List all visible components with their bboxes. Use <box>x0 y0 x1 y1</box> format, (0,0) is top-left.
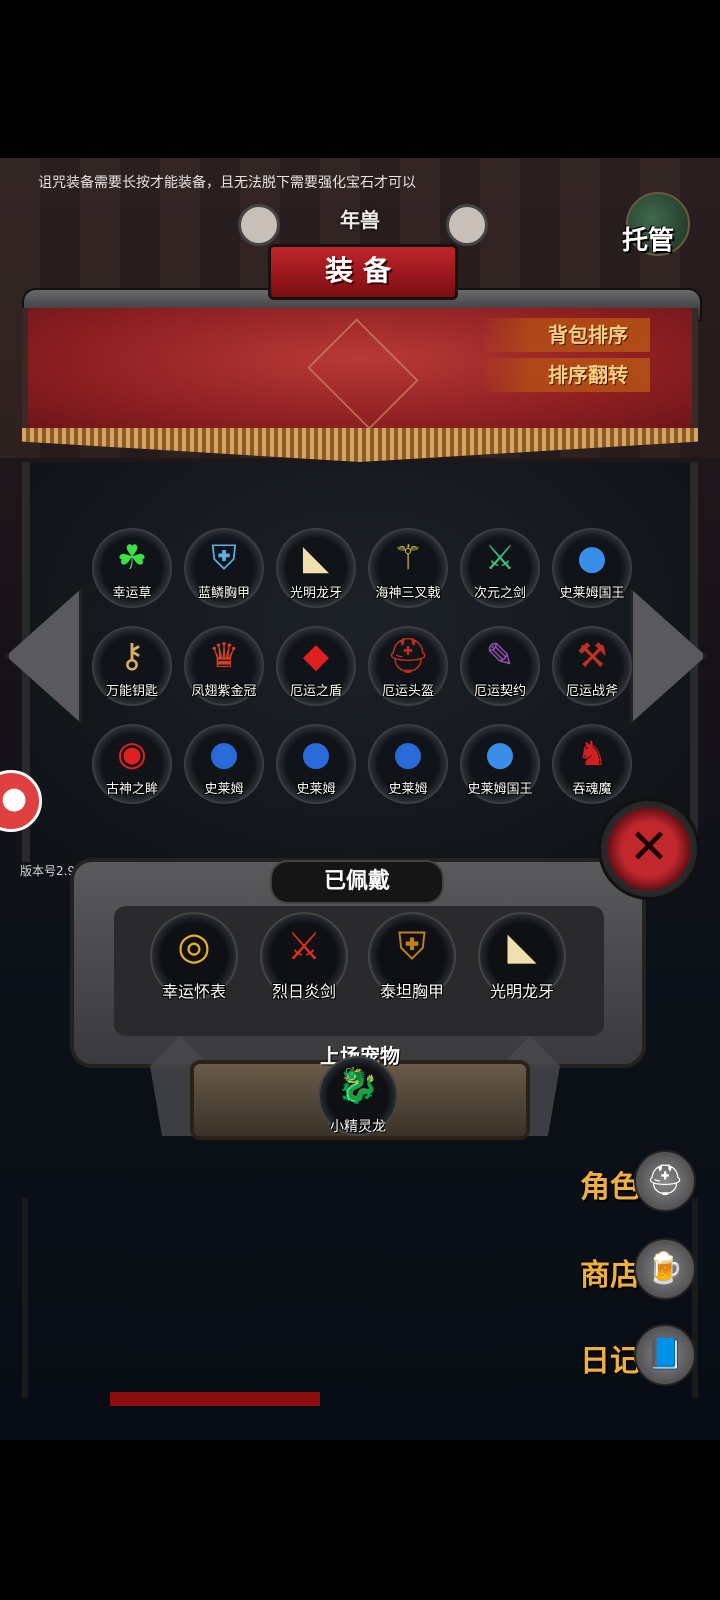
inventory-item[interactable]: ☘ 幸运草 <box>92 528 172 608</box>
nav-button[interactable]: 商店 🍺 <box>560 1236 700 1306</box>
inventory-item-label: 凤翅紫金冠 <box>191 684 257 699</box>
inventory-item[interactable]: ● 史莱姆 <box>276 724 356 804</box>
equipped-item-label: 泰坦胸甲 <box>379 982 444 1001</box>
key-icon: ⚷ <box>119 636 145 676</box>
dragon-fang-icon: ◣ <box>507 924 537 968</box>
green-sword-icon: ⚔ <box>484 538 516 578</box>
pocket-watch-icon: ◎ <box>177 924 211 968</box>
inventory-item[interactable]: ● 史莱姆国王 <box>460 724 540 804</box>
inventory-item-label: 海神三叉戟 <box>375 586 441 601</box>
inventory-item[interactable]: ◣ 光明龙牙 <box>276 528 356 608</box>
slime-icon: ● <box>301 734 331 774</box>
inventory-item[interactable]: ● 史莱姆 <box>184 724 264 804</box>
close-button[interactable]: ✕ <box>598 798 700 900</box>
equipped-item[interactable]: ◎ 幸运怀表 <box>150 912 238 1001</box>
soul-devourer-icon: ♞ <box>576 734 608 774</box>
blue-scale-armor-icon: ⛨ <box>211 538 237 578</box>
inventory-item-label: 史莱姆国王 <box>559 586 625 601</box>
inventory-item-label: 厄运契约 <box>473 684 526 699</box>
slime-icon: ● <box>209 734 239 774</box>
slime-icon: ● <box>393 734 423 774</box>
nav-button[interactable]: 角色 ⛑ <box>560 1148 700 1218</box>
equipped-item[interactable]: ⛨ 泰坦胸甲 <box>368 912 456 1001</box>
equipped-item[interactable]: ◣ 光明龙牙 <box>478 912 566 1001</box>
helmet-icon: ⛑ <box>634 1150 696 1212</box>
inventory-item[interactable]: ♞ 吞魂魔 <box>552 724 632 804</box>
inventory-item[interactable]: ◆ 厄运之盾 <box>276 626 356 706</box>
inventory-item[interactable]: ⛑ 厄运头盔 <box>368 626 448 706</box>
slime-king-icon: ● <box>485 734 515 774</box>
pet-slot[interactable]: 🐉 小精灵龙 <box>318 1056 398 1136</box>
person-icon: ● <box>1 781 28 816</box>
skull-ornament-icon <box>238 204 280 246</box>
dragon-fang-icon: ◣ <box>302 538 330 578</box>
beer-mug-icon: 🍺 <box>634 1238 696 1300</box>
equipped-item-label: 幸运怀表 <box>161 982 226 1001</box>
dragon-pet-icon: 🐉 <box>336 1066 380 1106</box>
inventory-item[interactable]: ● 史莱姆 <box>368 724 448 804</box>
nav-label: 日记 <box>580 1344 640 1379</box>
equipped-item-label: 光明龙牙 <box>489 982 554 1001</box>
nav-button[interactable]: 日记 📘 <box>560 1322 700 1392</box>
page-title: 装备 <box>268 244 458 300</box>
slime-king-icon: ● <box>577 538 607 578</box>
inventory-item[interactable]: ⚒ 厄运战斧 <box>552 626 632 706</box>
inventory-item-label: 史莱姆 <box>388 782 428 797</box>
battle-axe-icon: ⚒ <box>576 636 608 676</box>
pet-name: 小精灵龙 <box>330 1119 386 1135</box>
bottom-red-strip <box>110 1392 320 1406</box>
inventory-item-label: 史莱姆国王 <box>467 782 533 797</box>
event-label: 年兽 <box>340 208 380 232</box>
clover-icon: ☘ <box>116 538 148 578</box>
phoenix-crown-icon: ♛ <box>208 636 240 676</box>
inventory-item[interactable]: ⚷ 万能钥匙 <box>92 626 172 706</box>
scroll-icon: ✎ <box>485 636 515 676</box>
titan-armor-icon: ⛨ <box>397 924 427 968</box>
red-shield-icon: ◆ <box>302 636 330 676</box>
inventory-item[interactable]: ♛ 凤翅紫金冠 <box>184 626 264 706</box>
inventory-item-label: 蓝鳞胸甲 <box>197 586 250 601</box>
eye-icon: ◉ <box>117 734 147 774</box>
inventory-item[interactable]: ⛨ 蓝鳞胸甲 <box>184 528 264 608</box>
flame-sword-icon: ⚔ <box>286 924 322 968</box>
trident-icon: ⚚ <box>392 538 424 578</box>
equipped-item-label: 烈日炎剑 <box>271 982 336 1001</box>
inventory-item-label: 幸运草 <box>112 586 152 601</box>
nav-label: 角色 <box>580 1170 640 1205</box>
inventory-item-label: 厄运战斧 <box>565 684 618 699</box>
inventory-item-label: 次元之剑 <box>473 586 526 601</box>
inventory-item-label: 古神之眸 <box>105 782 158 797</box>
close-icon: ✕ <box>628 819 670 875</box>
inventory-item-label: 万能钥匙 <box>105 684 158 699</box>
inventory-item-label: 厄运之盾 <box>289 684 342 699</box>
curse-notice: 诅咒装备需要长按才能装备，且无法脱下需要强化宝石才可以 <box>38 175 416 191</box>
inventory-item-label: 吞魂魔 <box>572 782 612 797</box>
auto-play-label: 托管 <box>622 226 675 256</box>
inventory-item-label: 厄运头盔 <box>381 684 434 699</box>
backpack-sort-button[interactable]: 背包排序 <box>480 318 650 352</box>
inventory-item[interactable]: ✎ 厄运契约 <box>460 626 540 706</box>
inventory-item[interactable]: ● 史莱姆国王 <box>552 528 632 608</box>
nav-label: 商店 <box>580 1258 640 1293</box>
reverse-sort-button[interactable]: 排序翻转 <box>480 358 650 392</box>
inventory-item[interactable]: ◉ 古神之眸 <box>92 724 172 804</box>
book-icon: 📘 <box>634 1324 696 1386</box>
inventory-item-label: 史莱姆 <box>296 782 336 797</box>
inventory-item[interactable]: ⚔ 次元之剑 <box>460 528 540 608</box>
equipped-title: 已佩戴 <box>270 860 444 904</box>
auto-play-button[interactable]: 托管 <box>622 192 690 256</box>
skull-ornament-icon <box>446 204 488 246</box>
inventory-item-label: 光明龙牙 <box>289 586 342 601</box>
red-helmet-icon: ⛑ <box>386 636 430 676</box>
inventory-item[interactable]: ⚚ 海神三叉戟 <box>368 528 448 608</box>
inventory-item-label: 史莱姆 <box>204 782 244 797</box>
game-screen: 诅咒装备需要长按才能装备，且无法脱下需要强化宝石才可以 年兽 托管 装备 背包排… <box>0 158 720 1440</box>
equipped-item[interactable]: ⚔ 烈日炎剑 <box>260 912 348 1001</box>
